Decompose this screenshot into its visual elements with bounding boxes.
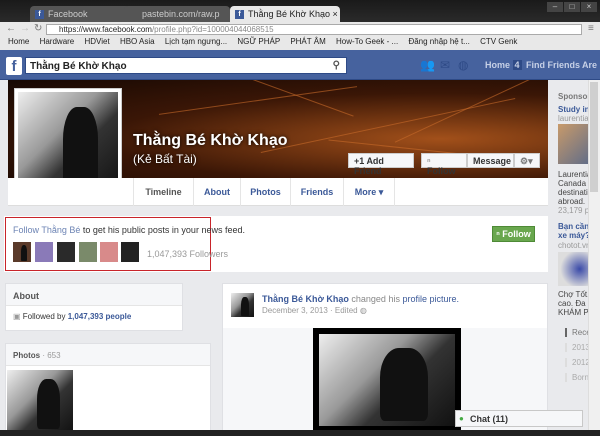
follow-green-button[interactable]: ⁿ Follow [492,226,535,242]
follower-avatar[interactable] [100,242,118,262]
profile-name: Thằng Bé Khờ Khạo [133,132,288,149]
follower-avatar[interactable] [13,242,31,262]
about-card: About ▣ Followed by 1,047,393 people [5,283,183,331]
maximize-button[interactable]: □ [564,2,580,12]
browser-tab-strip: f Facebook pastebin.com/raw.p f Thằng Bé K… [0,0,600,22]
browser-tab-active[interactable]: f Thằng Bé Khờ Khạo × [230,6,340,22]
tab-timeline[interactable]: Timeline [133,178,193,206]
followed-by-text: ▣ Followed by 1,047,393 people [13,312,132,321]
bookmark[interactable]: HDViet [85,37,110,46]
facebook-logo[interactable]: f [6,57,22,75]
reload-icon[interactable]: ↻ [34,23,42,34]
photos-title[interactable]: Photos · 653 [6,344,210,366]
forward-icon[interactable]: → [20,23,30,34]
window-frame-bottom [0,430,600,436]
scrollbar-thumb[interactable] [590,82,598,192]
bookmark[interactable]: NGỮ PHÁP [237,37,280,46]
find-friends-link[interactable]: Find Friends [526,60,580,70]
tab-more[interactable]: More ▾ [343,178,395,206]
browser-tab[interactable]: f Facebook [30,6,130,22]
bookmark[interactable]: Home [8,37,29,46]
message-button[interactable]: Message [467,153,514,168]
browser-tab[interactable]: pastebin.com/raw.p [124,6,230,22]
ad-title[interactable]: Bạn cần tixe máy? [558,222,588,240]
menu-icon[interactable]: ≡ [588,23,594,34]
follower-avatar[interactable] [35,242,53,262]
post-date[interactable]: December 3, 2013 · Edited ◍ [262,306,367,315]
follow-button[interactable]: ⁿ Follow [421,153,467,176]
chat-bar[interactable]: ● Chat (11) [455,410,583,427]
photo-thumbnail[interactable] [7,370,73,432]
ad-domain: laurentian.c [558,114,588,123]
year-nav-2012[interactable]: 2012 [565,358,590,367]
messages-icon[interactable]: ✉ [440,58,450,72]
bookmarks-bar: Home Hardware HDViet HBO Asia Lịch tạm n… [0,37,600,50]
sponsored-label: Sponsored [558,92,588,101]
bookmark[interactable]: HBO Asia [120,37,155,46]
year-nav-2013[interactable]: 2013 [565,343,590,352]
add-friend-button[interactable]: +1 Add Friend [348,153,414,176]
bookmark[interactable]: PHÁT ÂM [290,37,325,46]
search-input[interactable]: Thằng Bé Khờ Khạo ⚲ [25,57,347,74]
back-icon[interactable]: ← [6,23,16,34]
tab-about[interactable]: About [193,178,240,206]
globe-icon: ◍ [359,306,367,315]
ad-image[interactable] [558,252,588,286]
minimize-button[interactable]: – [547,2,563,12]
friend-requests-icon[interactable]: 👥 [420,58,435,72]
facebook-favicon-icon: f [35,10,44,19]
ad-text: Chợ Tốt.vncao. Đa dạKHÁM PHÁ [558,290,588,317]
photos-card: Photos · 653 [5,343,211,433]
bookmark[interactable]: How-To Geek - ... [336,37,398,46]
add-friend-icon: +1 [354,156,367,166]
tab-friends[interactable]: Friends [290,178,343,206]
address-bar[interactable]: https://www.facebook.com/profile.php?id=… [46,24,582,35]
notifications-icon[interactable]: ◍ [458,58,468,72]
search-icon[interactable]: ⚲ [333,60,340,71]
ad-title[interactable]: Study in C [558,105,588,114]
ad-domain: chotot.vn [558,241,588,250]
about-title: About [6,284,182,306]
follower-avatar[interactable] [57,242,75,262]
bookmark[interactable]: CTV Genk [480,37,517,46]
post-header: Thằng Bé Khờ Khạo changed his profile pi… [262,294,459,304]
nav-more-link[interactable]: Are [582,60,597,70]
ad-image[interactable] [558,124,588,164]
post-author-avatar[interactable] [231,293,254,317]
bookmark[interactable]: Đăng nhập hệ t... [408,37,469,46]
ad-text: LaurentianCanada is adestinationabroad. … [558,170,588,215]
settings-gear-icon[interactable]: ⚙▾ [514,153,540,168]
close-window-button[interactable]: × [581,2,597,12]
follower-avatar[interactable] [121,242,139,262]
bookmark[interactable]: Lịch tạm ngưng... [165,37,227,46]
rss-icon: ▣ [13,312,23,321]
followers-count[interactable]: 1,047,393 Followers [147,249,228,259]
follow-prompt-text: Follow Thằng Bé to get his public posts … [13,225,245,235]
follower-avatar[interactable] [79,242,97,262]
online-dot-icon: ● [459,414,464,423]
bookmark[interactable]: Hardware [40,37,75,46]
profile-alternate-name: (Kẻ Bất Tài) [133,152,197,166]
year-nav-born[interactable]: Born [565,373,589,382]
tab-photos[interactable]: Photos [240,178,290,206]
home-link[interactable]: Home 4 [485,60,522,70]
facebook-favicon-icon: f [235,10,244,19]
post-photo[interactable] [313,328,461,432]
rss-icon: ⁿ [427,156,431,166]
